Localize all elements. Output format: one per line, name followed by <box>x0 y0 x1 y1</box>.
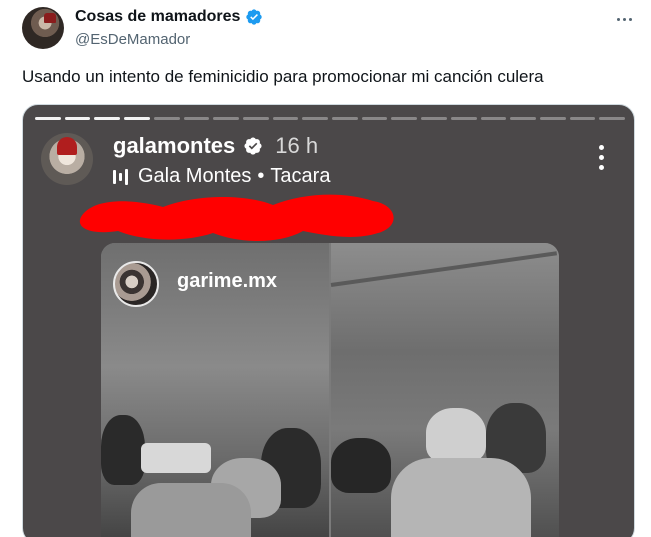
verified-badge-icon <box>244 137 262 155</box>
story-progress-bar <box>35 117 626 120</box>
story-avatar <box>41 133 93 185</box>
story-user-row: galamontes 16 h <box>113 133 318 159</box>
music-artist: Gala Montes <box>138 165 252 187</box>
red-scribble-redaction <box>79 194 394 241</box>
more-horizontal-icon[interactable] <box>613 8 635 30</box>
music-bars-icon <box>113 168 128 185</box>
tweet-text: Usando un intento de feminicidio para pr… <box>22 67 544 86</box>
music-separator: • <box>257 165 265 187</box>
reposted-user-avatar <box>113 261 159 307</box>
author-display-name[interactable]: Cosas de mamadores <box>75 8 240 26</box>
author-name-row: Cosas de mamadores <box>75 8 263 26</box>
tweet-media-image[interactable]: galamontes 16 h Gala Montes • Tacara gar… <box>22 104 635 537</box>
verified-badge-icon <box>246 9 263 25</box>
author-avatar[interactable] <box>22 7 64 49</box>
video-frame-right <box>330 243 559 537</box>
story-username: galamontes <box>113 133 236 158</box>
reposted-story-frame: garime.mx <box>101 243 559 537</box>
music-title: Tacara <box>270 165 331 187</box>
author-handle[interactable]: @EsDeMamador <box>75 31 190 48</box>
story-timestamp: 16 h <box>275 133 319 158</box>
more-vertical-icon[interactable] <box>599 145 604 170</box>
reposted-username: garime.mx <box>177 270 278 292</box>
story-music-row: Gala Montes • Tacara <box>113 165 330 188</box>
